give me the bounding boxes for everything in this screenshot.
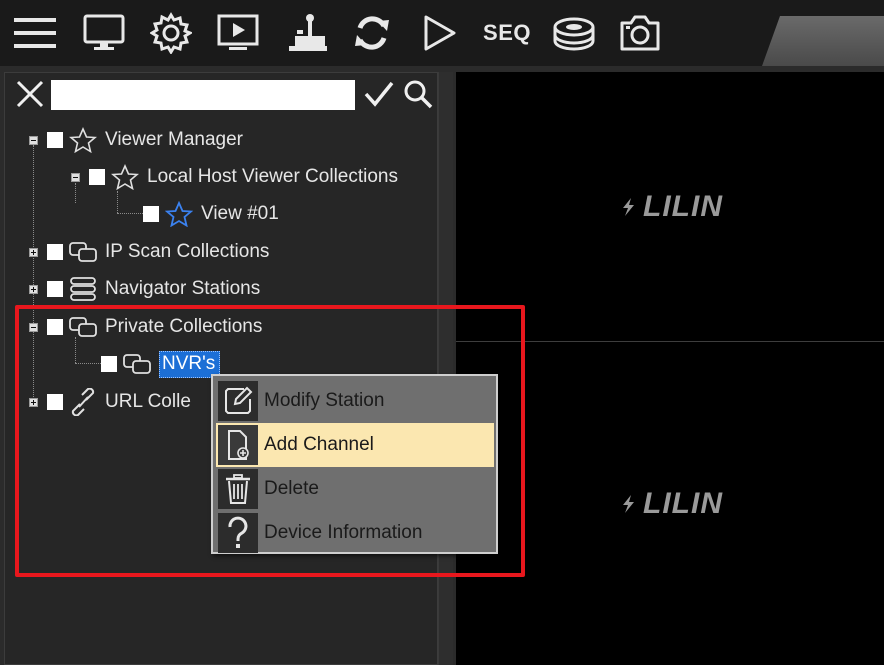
hamburger-menu-icon[interactable] bbox=[12, 11, 58, 55]
menu-item-label: Add Channel bbox=[264, 434, 374, 455]
collection-icon bbox=[67, 313, 99, 341]
tree-line bbox=[117, 213, 143, 214]
expand-toggle[interactable] bbox=[29, 247, 38, 257]
tree-item-view-01[interactable]: View #01 bbox=[143, 199, 279, 229]
star-icon bbox=[109, 163, 141, 191]
tree-item-viewer-manager[interactable]: Viewer Manager bbox=[29, 125, 243, 155]
trash-icon bbox=[218, 469, 258, 509]
tree-item-label: View #01 bbox=[201, 203, 279, 224]
question-icon bbox=[218, 513, 258, 553]
checkmark-icon bbox=[364, 81, 394, 107]
tree-line bbox=[75, 363, 101, 364]
logo-text: LILIN bbox=[643, 189, 723, 223]
lilin-logo: LILIN bbox=[617, 487, 723, 521]
context-menu: Modify Station Add Channel Delete Device… bbox=[211, 374, 498, 554]
video-wall: LILIN LILIN bbox=[456, 72, 884, 665]
tree-checkbox[interactable] bbox=[47, 319, 63, 335]
device-tree-panel: Viewer Manager Local Host Viewer Collect… bbox=[4, 72, 438, 665]
expand-toggle[interactable] bbox=[29, 284, 38, 294]
collapse-toggle[interactable] bbox=[71, 172, 80, 182]
server-icon bbox=[67, 275, 99, 303]
seq-label: SEQ bbox=[483, 20, 531, 45]
menu-item-label: Device Information bbox=[264, 522, 423, 543]
tree-checkbox[interactable] bbox=[47, 132, 63, 148]
tree-item-ip-scan-collections[interactable]: IP Scan Collections bbox=[29, 237, 269, 267]
gear-icon[interactable] bbox=[147, 11, 195, 55]
clear-search-button[interactable] bbox=[11, 77, 49, 111]
disk-stack-icon[interactable] bbox=[548, 11, 600, 55]
tree-item-label: URL Colle bbox=[105, 391, 191, 412]
play-icon[interactable] bbox=[416, 11, 462, 55]
tree-item-label: Private Collections bbox=[105, 316, 263, 337]
menu-item-label: Modify Station bbox=[264, 390, 385, 411]
search-bar bbox=[11, 77, 435, 111]
collection-icon bbox=[67, 238, 99, 266]
tree-item-label: Local Host Viewer Collections bbox=[147, 166, 398, 187]
video-cell[interactable]: LILIN bbox=[456, 342, 884, 665]
add-channel-icon bbox=[218, 425, 258, 465]
lilin-logo: LILIN bbox=[617, 190, 723, 224]
tree-checkbox[interactable] bbox=[47, 244, 63, 260]
collapse-toggle[interactable] bbox=[29, 135, 38, 145]
close-icon bbox=[16, 80, 44, 108]
logo-text: LILIN bbox=[643, 486, 723, 520]
main-toolbar: SEQ bbox=[0, 0, 884, 66]
collection-icon bbox=[121, 350, 153, 378]
tree-checkbox[interactable] bbox=[47, 394, 63, 410]
menu-item-modify-station[interactable]: Modify Station bbox=[216, 379, 494, 423]
refresh-icon[interactable] bbox=[348, 11, 396, 55]
edit-icon bbox=[218, 381, 258, 421]
search-icon bbox=[404, 80, 433, 109]
menu-item-device-information[interactable]: Device Information bbox=[216, 511, 494, 555]
joystick-icon[interactable] bbox=[282, 11, 330, 55]
monitor-icon[interactable] bbox=[80, 11, 128, 55]
confirm-search-button[interactable] bbox=[361, 77, 397, 111]
tree-item-label: Viewer Manager bbox=[105, 129, 244, 150]
tree-checkbox[interactable] bbox=[89, 169, 105, 185]
tree-item-label: IP Scan Collections bbox=[105, 241, 270, 262]
tree-checkbox[interactable] bbox=[101, 356, 117, 372]
camera-icon[interactable] bbox=[616, 11, 664, 55]
tree-item-navigator-stations[interactable]: Navigator Stations bbox=[29, 274, 260, 304]
tree-item-local-host-viewer-collections[interactable]: Local Host Viewer Collections bbox=[71, 162, 398, 192]
tree-item-url-collections[interactable]: URL Colle bbox=[29, 387, 191, 417]
video-cell[interactable]: LILIN bbox=[456, 72, 884, 341]
tree-item-nvrs[interactable]: NVR's bbox=[101, 349, 221, 379]
panel-scrollbar[interactable] bbox=[438, 72, 453, 665]
toolbar-tab[interactable] bbox=[762, 16, 884, 66]
search-input[interactable] bbox=[51, 80, 355, 110]
menu-item-add-channel[interactable]: Add Channel bbox=[216, 423, 494, 467]
lilin-logo-mark bbox=[623, 197, 634, 216]
seq-button[interactable]: SEQ bbox=[474, 11, 540, 55]
star-icon bbox=[67, 126, 99, 154]
tree-line bbox=[117, 191, 118, 213]
lilin-logo-mark bbox=[623, 494, 634, 513]
tree-checkbox[interactable] bbox=[143, 206, 159, 222]
collapse-toggle[interactable] bbox=[29, 322, 38, 332]
tree-item-private-collections[interactable]: Private Collections bbox=[29, 312, 262, 342]
link-icon bbox=[67, 388, 99, 416]
expand-toggle[interactable] bbox=[29, 397, 38, 407]
star-blue-icon bbox=[163, 200, 195, 228]
menu-item-label: Delete bbox=[264, 478, 319, 499]
search-button[interactable] bbox=[401, 77, 435, 111]
menu-item-delete[interactable]: Delete bbox=[216, 467, 494, 511]
tree-item-label: Navigator Stations bbox=[105, 278, 261, 299]
tree-checkbox[interactable] bbox=[47, 281, 63, 297]
video-divider bbox=[456, 341, 884, 342]
playback-screen-icon[interactable] bbox=[214, 11, 262, 55]
